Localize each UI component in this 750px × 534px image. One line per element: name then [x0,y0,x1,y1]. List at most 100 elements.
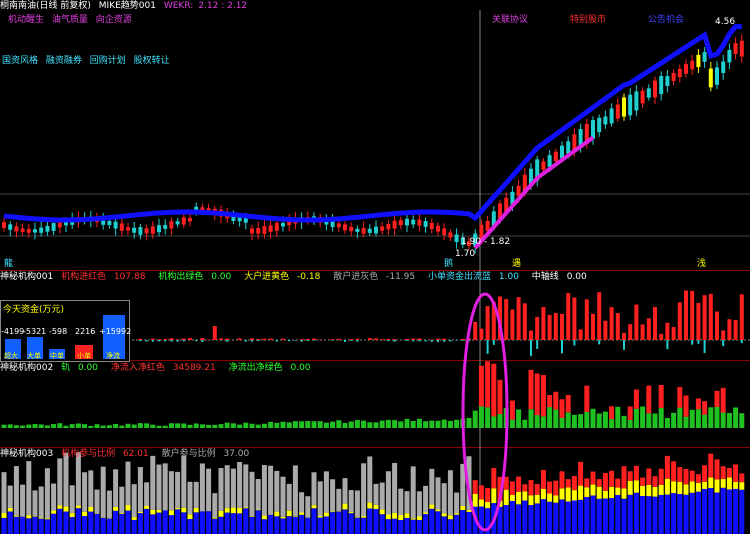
panel1-bar-up-54 [336,338,341,340]
panel3-bar-grey-1 [7,485,13,508]
candle-body-105 [653,80,657,98]
panel1-bar-up-113 [702,295,707,340]
panel1-bar-down-65 [406,340,408,341]
panel3-bar-grey-37 [230,468,236,508]
panel3-bar-yellow-96 [596,486,602,499]
panel2-bar-green-11 [69,424,75,428]
panel1-header: 神秘机构001 机构进红色 107.88 机构出绿色 0.00 大户进黄色 -0… [0,272,597,283]
panel1-bar-up-77 [479,328,484,340]
panel2-name[interactable]: 神秘机构002 [0,363,53,373]
panel2-bar-green-80 [497,414,503,428]
indicator-name[interactable]: MIKE趋势001 [99,1,156,11]
panel2-bar-green-26 [162,425,168,428]
panel3-bar-red-84 [522,484,528,492]
panel3-bar-grey-14 [88,470,94,508]
panel1-bar-down-55 [344,340,346,342]
panel1-bar-up-88 [547,314,552,340]
panel3-bar-blue-68 [423,514,429,534]
panel3-bar-blue-97 [602,498,608,534]
panel3-bar-blue-70 [435,511,441,534]
top-label-1[interactable]: 关联协议 [492,15,533,26]
panel3-bar-grey-55 [342,478,348,504]
panel3-bar-grey-73 [454,492,460,514]
panel3-bar-blue-35 [218,516,224,534]
panel1-name[interactable]: 神秘机构001 [0,272,53,282]
panel3-bar-blue-119 [739,489,745,534]
panel3-bar-yellow-20 [125,504,131,511]
candle-body-63 [392,220,397,229]
panel3-bar-red-107 [664,455,670,479]
panel1-bar-down-23 [145,340,148,342]
panel3-bar-blue-112 [695,491,701,534]
panel3-bar-yellow-111 [689,481,695,493]
panel2-bar-green-3 [20,425,26,428]
candle-body-17 [107,220,112,226]
panel2-bar-red-77 [478,365,484,407]
panel3-bar-yellow-79 [491,488,497,504]
panel3-name[interactable]: 神秘机构003 [0,449,53,459]
panel3-bar-grey-19 [119,486,125,514]
panel3-bar-yellow-63 [392,512,398,519]
panel3-bar-blue-18 [113,510,119,534]
candle-body-28 [175,221,180,225]
panel1-bar-down-56 [350,340,353,341]
top-label-2[interactable]: 特别股市 [570,15,611,26]
panel2-bar-red-116 [720,387,726,413]
tag-2[interactable]: 融资融券 [46,56,82,66]
panel2-bar-red-79 [491,363,497,417]
panel3-bar-grey-5 [32,490,38,516]
panel1-bar-up-78 [485,306,490,340]
panel-divider-2 [0,447,750,448]
panel3-bar-blue-72 [447,519,453,534]
panel3-bar-red-91 [565,479,571,488]
panel3-bar-red-99 [615,478,621,488]
panel1-bar-up-86 [535,316,540,340]
panel3-bar-yellow-47 [292,515,298,517]
tag-1[interactable]: 国资风格 [2,56,38,66]
candle-body-62 [386,223,391,230]
panel2-item-0: 轨 0.00 [61,363,98,373]
panel2-bar-red-91 [565,395,571,413]
tag-4[interactable]: 股权转让 [134,56,170,66]
panel3-bar-grey-54 [336,488,342,511]
badge-2[interactable]: 油气质量 [52,15,88,25]
top-label-3[interactable]: 公告机会 [648,15,689,26]
panel2-bar-green-64 [398,421,404,428]
panel1-bar-up-61 [380,339,385,340]
panel1-bar-up-42 [262,338,267,340]
panel3-bar-yellow-95 [590,484,596,496]
panel2-bar-green-79 [491,416,497,428]
panel3-bar-blue-81 [503,505,509,534]
panel3-bar-blue-10 [63,511,69,534]
panel2-bar-green-29 [181,423,187,428]
candle-body-114 [708,68,713,88]
candle-body-54 [336,223,341,228]
panel3-bar-red-83 [516,476,522,492]
panel3-bar-red-94 [584,478,590,488]
candle-body-109 [677,68,682,78]
badge-3[interactable]: 向企资源 [96,15,132,25]
badge-1[interactable]: 机动醒生 [8,15,44,25]
panel1-item-5: 中轴线 0.00 [531,272,587,282]
panel2-bar-green-90 [559,417,565,428]
capital-flow-box[interactable]: 今天资金(万元) -4199 -5321 -598 2216 +15992 超大… [0,300,131,362]
panel3-bar-grey-47 [292,465,298,516]
tag-3[interactable]: 回购计划 [90,56,126,66]
panel2-header: 神秘机构002 轨 0.00 净流入净红色 34589.21 净流出净绿色 0.… [0,363,321,374]
panel1-bar-down-96 [598,340,601,345]
panel3-bar-yellow-7 [44,518,50,520]
panel3-bar-blue-19 [119,513,125,534]
panel3-bar-grey-50 [311,472,317,506]
panel1-item-3: 散户进灰色 -11.95 [333,272,416,282]
candle-body-89 [553,151,558,162]
panel3-bar-yellow-25 [156,509,162,513]
candle-body-60 [374,226,378,234]
panel3-bar-blue-23 [144,508,150,534]
price-low-text: 1.70 [455,249,476,259]
panel1-bar-up-89 [553,313,558,340]
stock-title[interactable]: 桐南南油(日线 前复权) [0,1,91,11]
panel3-bar-red-87 [540,469,546,489]
panel2-bar-green-42 [261,423,267,428]
panel3-bar-yellow-53 [330,511,336,513]
panel3-bar-blue-50 [311,508,317,534]
